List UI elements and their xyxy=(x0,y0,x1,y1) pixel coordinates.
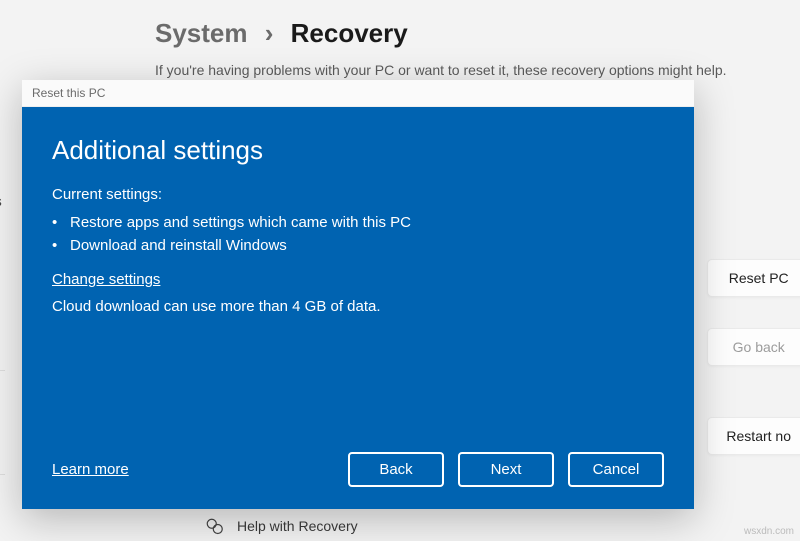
reset-pc-button[interactable]: Reset PC xyxy=(707,259,800,297)
next-button[interactable]: Next xyxy=(458,452,554,487)
restart-now-button[interactable]: Restart no xyxy=(707,417,800,455)
cancel-button[interactable]: Cancel xyxy=(568,452,664,487)
list-item: Restore apps and settings which came wit… xyxy=(52,211,664,234)
divider xyxy=(0,370,5,371)
dialog-titlebar: Reset this PC xyxy=(22,80,694,107)
breadcrumb-separator: › xyxy=(265,18,274,48)
cloud-download-note: Cloud download can use more than 4 GB of… xyxy=(52,298,664,315)
page-subtitle: If you're having problems with your PC o… xyxy=(155,62,727,78)
change-settings-link[interactable]: Change settings xyxy=(52,271,160,288)
current-settings-label: Current settings: xyxy=(52,186,664,203)
dialog-heading: Additional settings xyxy=(52,135,664,166)
go-back-button[interactable]: Go back xyxy=(707,328,800,366)
sidebar-item[interactable]: ces xyxy=(0,182,2,220)
sidebar-fragment: ces net xyxy=(0,182,2,258)
back-button[interactable]: Back xyxy=(348,452,444,487)
list-item: Download and reinstall Windows xyxy=(52,234,664,257)
help-icon xyxy=(205,517,223,535)
divider xyxy=(0,474,5,514)
breadcrumb-parent[interactable]: System xyxy=(155,18,248,48)
help-link[interactable]: Help with Recovery xyxy=(237,518,358,534)
breadcrumb-current: Recovery xyxy=(291,18,408,48)
settings-list: Restore apps and settings which came wit… xyxy=(52,211,664,257)
breadcrumb: System › Recovery xyxy=(155,18,408,49)
watermark: wsxdn.com xyxy=(744,526,794,537)
sidebar-item[interactable]: net xyxy=(0,220,2,258)
learn-more-link[interactable]: Learn more xyxy=(52,461,129,478)
reset-pc-dialog: Reset this PC Additional settings Curren… xyxy=(22,80,694,509)
